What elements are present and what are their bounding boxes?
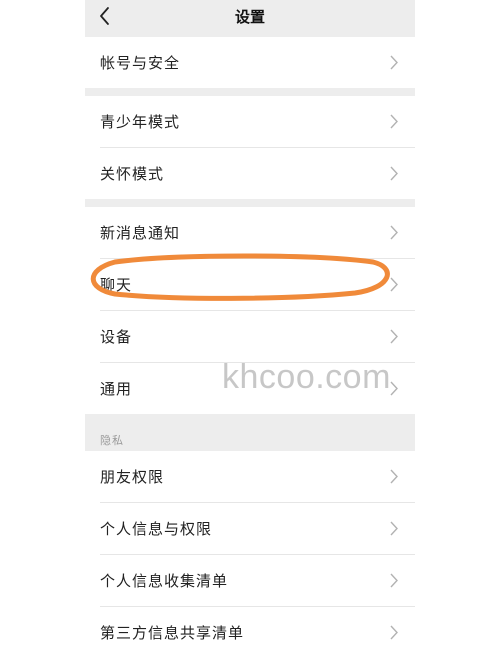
chevron-right-icon	[390, 573, 398, 588]
section-header-privacy	[85, 414, 415, 451]
settings-item-label: 关怀模式	[100, 165, 165, 183]
settings-item-label: 第三方信息共享清单	[100, 624, 245, 642]
settings-item-label: 个人信息与权限	[100, 520, 213, 538]
nav-bar: 设置	[85, 0, 415, 37]
section-gap	[85, 199, 415, 207]
watermark-text: khcoo.com	[222, 358, 391, 396]
settings-item-friend-permissions[interactable]: 朋友权限	[85, 451, 415, 502]
chevron-right-icon	[390, 329, 398, 344]
chevron-right-icon	[390, 521, 398, 536]
settings-item-care-mode[interactable]: 关怀模式	[85, 148, 415, 199]
settings-item-personal-info-permissions[interactable]: 个人信息与权限	[85, 503, 415, 554]
chevron-right-icon	[390, 225, 398, 240]
settings-item-label: 个人信息收集清单	[100, 572, 229, 590]
settings-screen: 设置 帐号与安全 青少年模式 关怀模式 新消息通知 聊天 设备 通用 隐私 朋友…	[85, 0, 415, 653]
chevron-right-icon	[390, 114, 398, 129]
page-title: 设置	[234, 8, 265, 26]
section-title-privacy: 隐私	[100, 434, 124, 447]
chevron-right-icon	[390, 55, 398, 70]
settings-item-label: 设备	[100, 328, 133, 346]
settings-item-label: 朋友权限	[100, 468, 165, 486]
settings-item-third-party-sharing[interactable]: 第三方信息共享清单	[85, 607, 415, 653]
settings-item-label: 新消息通知	[100, 224, 181, 242]
settings-item-personal-info-collection[interactable]: 个人信息收集清单	[85, 555, 415, 606]
settings-item-new-message-notification[interactable]: 新消息通知	[85, 207, 415, 258]
chevron-right-icon	[390, 166, 398, 181]
highlight-circle-annotation	[90, 253, 390, 301]
section-gap	[85, 88, 415, 96]
chevron-right-icon	[390, 625, 398, 640]
settings-item-label: 通用	[100, 380, 133, 398]
settings-item-teen-mode[interactable]: 青少年模式	[85, 96, 415, 147]
settings-item-label: 青少年模式	[100, 113, 181, 131]
chevron-right-icon	[390, 469, 398, 484]
settings-item-account-security[interactable]: 帐号与安全	[85, 37, 415, 88]
settings-item-devices[interactable]: 设备	[85, 311, 415, 362]
chevron-right-icon	[390, 381, 398, 396]
settings-item-label: 帐号与安全	[100, 54, 181, 72]
